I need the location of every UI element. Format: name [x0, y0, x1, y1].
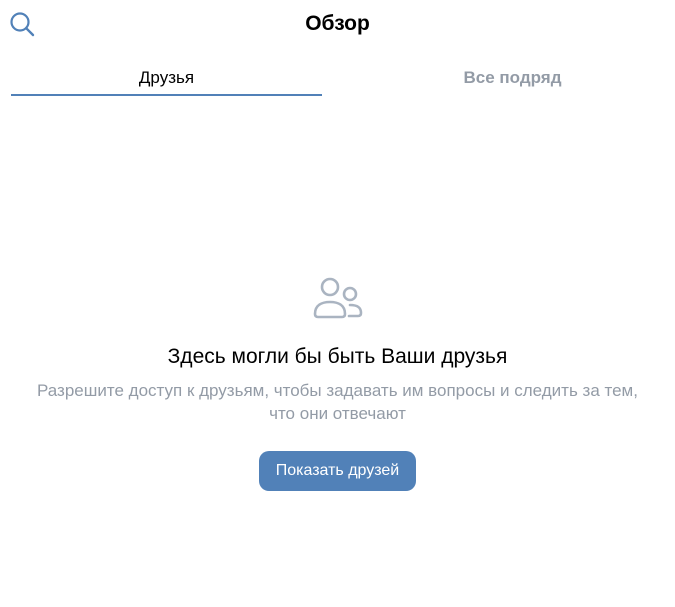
show-friends-button[interactable]: Показать друзей — [258, 451, 417, 491]
friends-icon — [313, 277, 362, 319]
header: Обзор — [0, 0, 675, 48]
empty-state-title: Здесь могли бы быть Ваши друзья — [167, 345, 508, 368]
tab-bar: Друзья Все подряд — [11, 62, 671, 96]
page: Обзор Друзья Все подряд Здесь могли бы б… — [0, 0, 675, 607]
empty-state-description: Разрешите доступ к друзьям, чтобы задава… — [37, 381, 638, 423]
tab-all[interactable]: Все подряд — [357, 62, 668, 96]
empty-state: Здесь могли бы быть Ваши друзья Разрешит… — [0, 275, 675, 491]
tab-friends[interactable]: Друзья — [11, 62, 322, 96]
page-title: Обзор — [305, 12, 370, 35]
